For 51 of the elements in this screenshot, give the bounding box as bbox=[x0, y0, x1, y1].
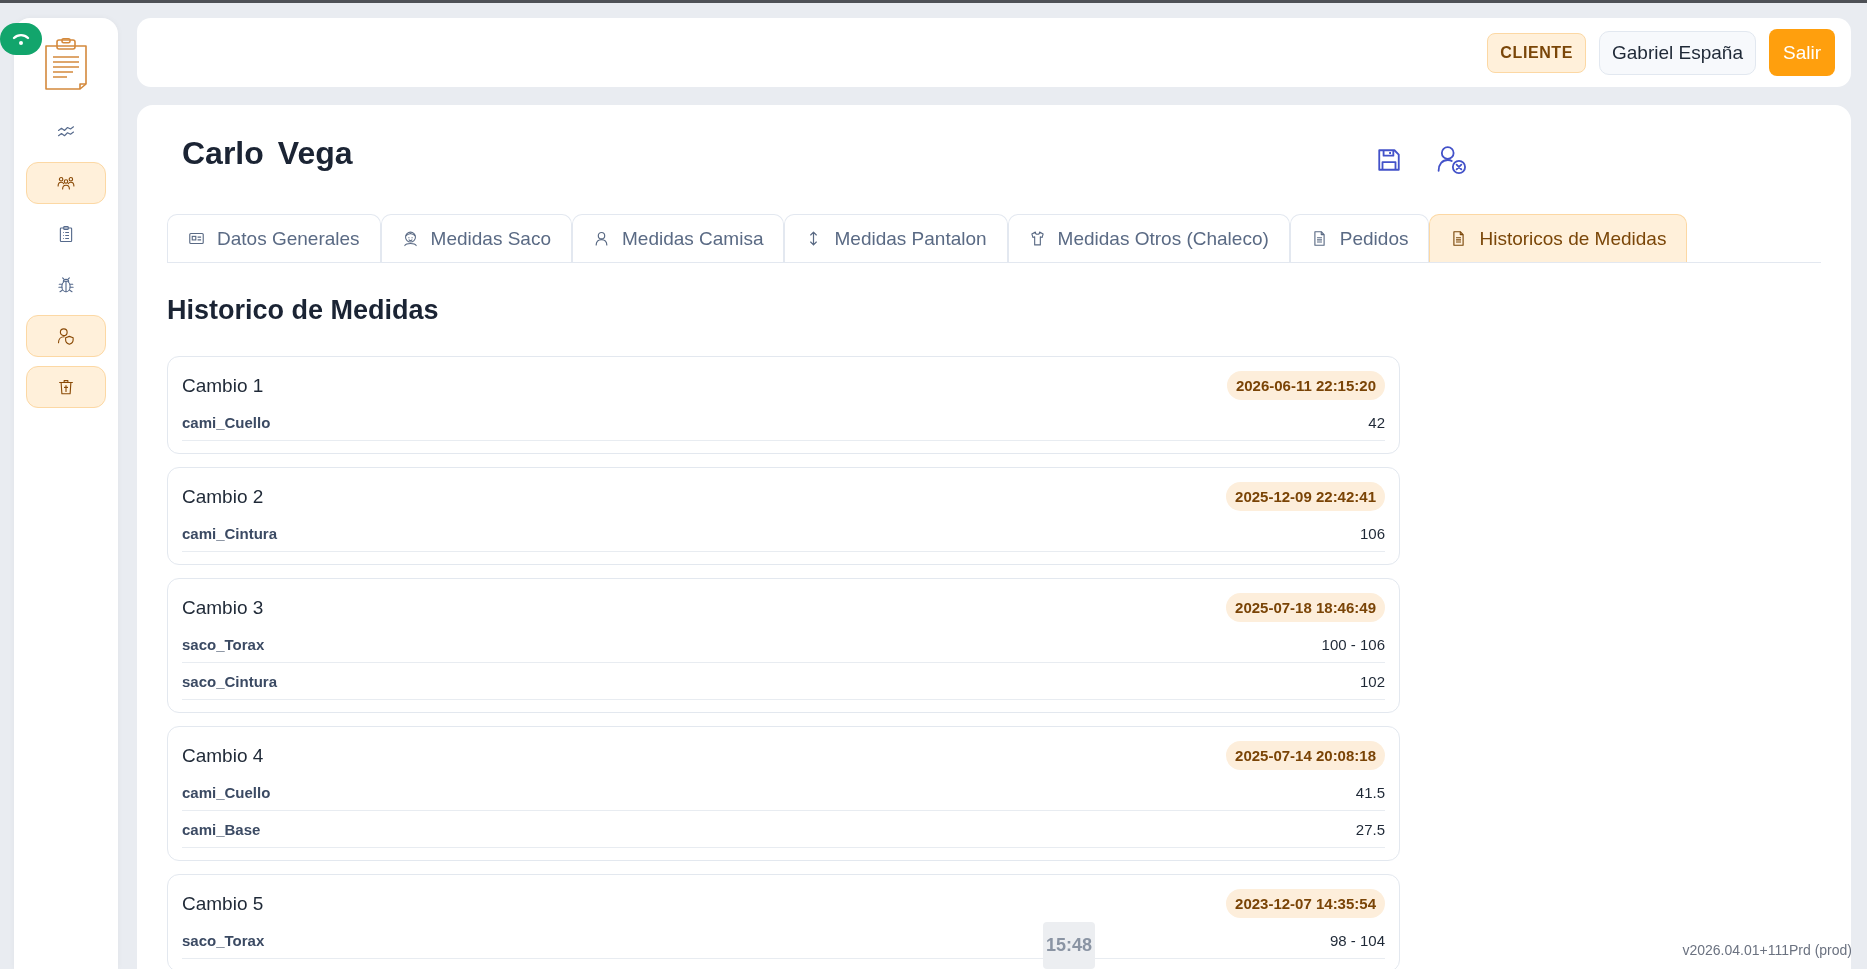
field-name: saco_Cintura bbox=[182, 672, 278, 690]
date-badge: 2025-07-18 18:46:49 bbox=[1226, 593, 1385, 622]
field-value: 100 - 106 bbox=[1321, 635, 1385, 653]
bug-icon bbox=[57, 276, 75, 294]
id-card-icon bbox=[188, 230, 205, 247]
tab[interactable]: Medidas Pantalon bbox=[784, 214, 1008, 262]
clipboard-list-icon bbox=[57, 225, 75, 243]
head-portrait-icon bbox=[401, 230, 419, 247]
tab[interactable]: Historicos de Medidas bbox=[1429, 214, 1688, 262]
date-badge: 2025-12-09 22:42:41 bbox=[1226, 482, 1385, 511]
field-name: saco_Torax bbox=[182, 931, 265, 949]
section-title: Historico de Medidas bbox=[167, 295, 440, 326]
change-title: Cambio 4 bbox=[182, 744, 264, 767]
tab[interactable]: Medidas Camisa bbox=[572, 214, 785, 262]
people-group-icon bbox=[57, 174, 75, 192]
trash-icon bbox=[57, 378, 75, 396]
date-badge: 2023-12-07 14:35:54 bbox=[1226, 889, 1385, 918]
field-value: 27.5 bbox=[1355, 820, 1385, 838]
sidebar-button[interactable] bbox=[26, 315, 106, 357]
user-name-button[interactable]: Gabriel España bbox=[1599, 30, 1756, 75]
version-label: v2026.04.01+111Prd (prod) bbox=[1682, 942, 1852, 958]
field-value: 42 bbox=[1368, 413, 1385, 431]
field-name: cami_Cintura bbox=[182, 524, 278, 542]
date-badge: 2025-07-14 20:08:18 bbox=[1226, 741, 1385, 770]
field-value: 102 bbox=[1359, 672, 1385, 690]
date-badge: 2026-06-11 22:15:20 bbox=[1226, 371, 1385, 400]
tab[interactable]: Medidas Otros (Chaleco) bbox=[1007, 214, 1290, 262]
tab[interactable]: Medidas Saco bbox=[380, 214, 572, 262]
shirt-icon bbox=[1028, 230, 1046, 247]
save-icon[interactable] bbox=[1376, 147, 1402, 173]
role-badge: CLIENTE bbox=[1487, 32, 1586, 73]
field-name: cami_Cuello bbox=[182, 413, 271, 431]
field-name: cami_Cuello bbox=[182, 783, 271, 801]
client-name: Carlo Vega bbox=[182, 134, 353, 172]
user-icon bbox=[593, 230, 610, 247]
sidebar-button[interactable] bbox=[26, 162, 106, 204]
field-name: cami_Base bbox=[182, 820, 261, 838]
field-value: 41.5 bbox=[1355, 783, 1385, 801]
field-value: 98 - 104 bbox=[1329, 931, 1385, 949]
change-title: Cambio 5 bbox=[182, 892, 264, 915]
field-value: 106 bbox=[1359, 524, 1385, 542]
clock-overlay: 15:48 bbox=[1043, 922, 1096, 969]
change-title: Cambio 1 bbox=[182, 374, 264, 397]
tab[interactable]: Pedidos bbox=[1289, 214, 1430, 262]
user-remove-icon[interactable] bbox=[1437, 145, 1467, 175]
user-shield-icon bbox=[57, 327, 75, 345]
sidebar-button[interactable] bbox=[26, 366, 106, 408]
field-name: saco_Torax bbox=[182, 635, 265, 653]
tab[interactable]: Datos Generales bbox=[167, 214, 381, 262]
change-title: Cambio 3 bbox=[182, 596, 264, 619]
change-title: Cambio 2 bbox=[182, 485, 264, 508]
